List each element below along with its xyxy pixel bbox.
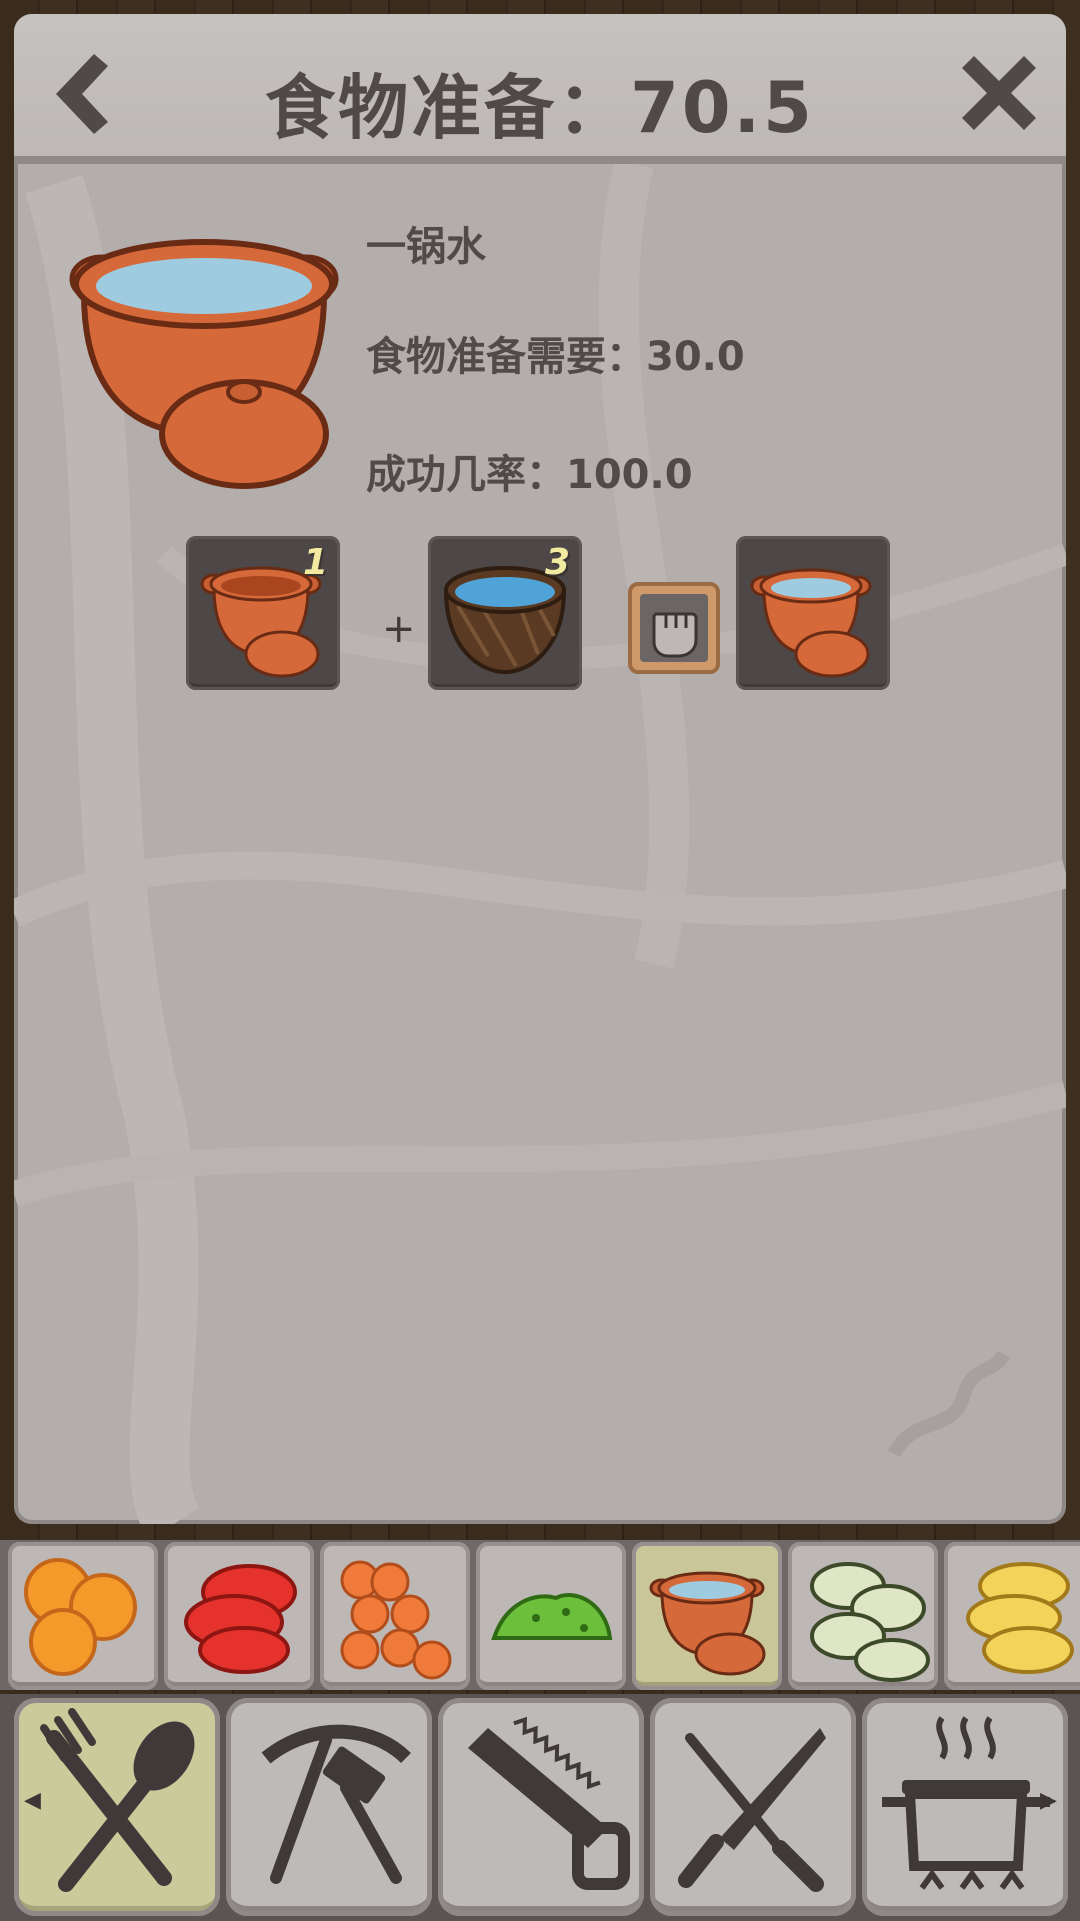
ingredient-slot-coconut[interactable]: 3 [428, 536, 582, 690]
tab-cutting[interactable] [650, 1698, 856, 1916]
ingredient-tile-orange[interactable] [8, 1542, 158, 1690]
pickaxe-hammer-icon [261, 1724, 411, 1884]
tab-crafting[interactable] [438, 1698, 644, 1916]
close-icon [962, 56, 1036, 130]
page-title: 食物准备：70.5 [265, 67, 815, 149]
ingredient-tile-carrot[interactable] [320, 1542, 470, 1690]
fork-spoon-icon [40, 1708, 195, 1892]
clay-pot-water-icon [649, 1571, 766, 1676]
cooking-pot-icon [882, 1716, 1050, 1890]
carrot-slices-icon [340, 1560, 452, 1680]
header-bar: 食物准备：70.5 [14, 14, 1066, 164]
clay-pot-water-icon [69, 239, 339, 489]
cucumber-slices-icon [810, 1562, 930, 1682]
recipe-name: 一锅水 [366, 224, 486, 270]
success-rate: 成功几率：100.0 [366, 452, 693, 498]
ingredient-tile-herbs[interactable] [476, 1542, 626, 1690]
tabs-scroll-right-icon[interactable]: ▶ [1040, 1788, 1057, 1813]
ingredient-slot-pot[interactable]: 1 [186, 536, 340, 690]
recipe-panel: 食物准备：70.5 一锅水 食物准备需要：30.0 成功几率：100.0 1 +… [14, 14, 1066, 1524]
tab-tools[interactable] [226, 1698, 432, 1916]
saw-icon [468, 1716, 630, 1890]
tab-food[interactable] [14, 1698, 220, 1916]
ingredient-quantity: 3 [544, 542, 570, 583]
fist-icon [628, 582, 720, 674]
potato-slices-icon [966, 1562, 1074, 1674]
ingredient-tile-potato[interactable] [944, 1542, 1080, 1690]
tomato-slices-icon [184, 1564, 297, 1674]
recipe-hero-image [44, 224, 354, 494]
result-slot[interactable] [736, 536, 890, 690]
tabs-scroll-left-icon[interactable]: ◀ [24, 1788, 41, 1813]
clay-pot-water-icon [750, 568, 872, 678]
plus-sign: + [382, 606, 416, 652]
close-button[interactable] [944, 38, 1054, 148]
chopped-herbs-icon [491, 1593, 613, 1640]
food-prep-requirement: 食物准备需要：30.0 [366, 334, 745, 380]
tab-cooking[interactable] [862, 1698, 1068, 1916]
ingredient-tile-cucumber[interactable] [788, 1542, 938, 1690]
ingredient-tile-tomato[interactable] [164, 1542, 314, 1690]
orange-slices-icon [24, 1558, 137, 1676]
craft-button[interactable] [626, 580, 722, 676]
ingredient-tile-pot-water[interactable] [632, 1542, 782, 1690]
crossed-knives-icon [678, 1728, 826, 1892]
ingredient-quantity: 1 [302, 542, 328, 583]
